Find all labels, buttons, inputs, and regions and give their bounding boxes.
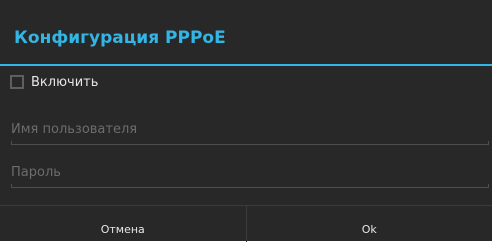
dialog-title: Конфигурация PPPoE <box>14 28 226 48</box>
username-underline-tick-right <box>488 141 489 145</box>
username-underline-tick-left <box>11 141 12 145</box>
username-input[interactable] <box>11 117 489 141</box>
password-underline-tick-right <box>488 184 489 188</box>
title-divider <box>0 64 492 66</box>
cancel-button[interactable]: Отмена <box>0 206 246 242</box>
username-underline <box>11 144 489 145</box>
ok-button[interactable]: Ok <box>247 206 492 242</box>
password-field-container <box>11 160 489 188</box>
password-input[interactable] <box>11 160 489 184</box>
enable-checkbox-row[interactable]: Включить <box>10 72 98 92</box>
username-field-container <box>11 117 489 145</box>
pppoe-config-dialog: Конфигурация PPPoE Включить Отмена Ok <box>0 0 492 241</box>
enable-checkbox-label: Включить <box>31 75 98 90</box>
password-underline <box>11 187 489 188</box>
password-underline-tick-left <box>11 184 12 188</box>
dialog-button-bar: Отмена Ok <box>0 205 492 242</box>
enable-checkbox[interactable] <box>10 75 24 89</box>
